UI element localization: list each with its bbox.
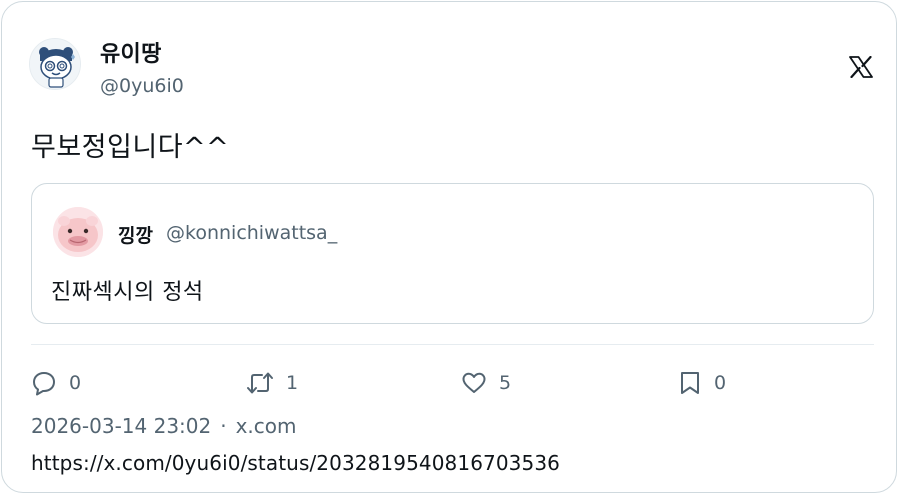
tweet-text: 무보정입니다^^ bbox=[31, 132, 230, 163]
divider bbox=[31, 344, 874, 345]
x-logo-icon[interactable] bbox=[844, 50, 878, 84]
retweet-icon bbox=[247, 372, 273, 394]
like-count: 5 bbox=[499, 372, 512, 394]
reply-button[interactable]: 0 bbox=[31, 366, 81, 400]
tweet-card: 유이땅 @0yu6i0 무보정입니다^^ 낑깡 @konnichiwattsa_… bbox=[1, 1, 897, 493]
quoted-handle[interactable]: @konnichiwattsa_ bbox=[166, 222, 337, 244]
reply-icon bbox=[33, 372, 55, 396]
retweet-count: 1 bbox=[286, 372, 299, 394]
cartoon-avatar-icon bbox=[30, 39, 80, 89]
author-display-name[interactable]: 유이땅 bbox=[100, 36, 162, 68]
pink-creature-avatar-icon bbox=[53, 207, 103, 257]
quoted-text: 진짜섹시의 정석 bbox=[51, 280, 204, 305]
meta-separator: · bbox=[220, 414, 227, 438]
heart-icon bbox=[462, 372, 486, 393]
author-handle[interactable]: @0yu6i0 bbox=[100, 75, 184, 97]
bookmark-icon bbox=[681, 372, 699, 394]
author-avatar[interactable] bbox=[29, 38, 81, 90]
tweet-meta: 2026-03-14 23:02 · x.com bbox=[31, 414, 297, 438]
quoted-avatar[interactable] bbox=[53, 207, 103, 257]
quoted-tweet[interactable]: 낑깡 @konnichiwattsa_ 진짜섹시의 정석 bbox=[31, 183, 874, 324]
timestamp[interactable]: 2026-03-14 23:02 bbox=[31, 414, 211, 438]
source-link[interactable]: x.com bbox=[236, 414, 297, 438]
bookmark-count: 0 bbox=[714, 372, 727, 394]
like-button[interactable]: 5 bbox=[461, 366, 511, 400]
tweet-url[interactable]: https://x.com/0yu6i0/status/203281954081… bbox=[31, 451, 560, 475]
retweet-button[interactable]: 1 bbox=[246, 366, 298, 400]
bookmark-button[interactable]: 0 bbox=[678, 366, 726, 400]
quoted-display-name[interactable]: 낑깡 bbox=[118, 221, 153, 248]
reply-count: 0 bbox=[69, 372, 82, 394]
